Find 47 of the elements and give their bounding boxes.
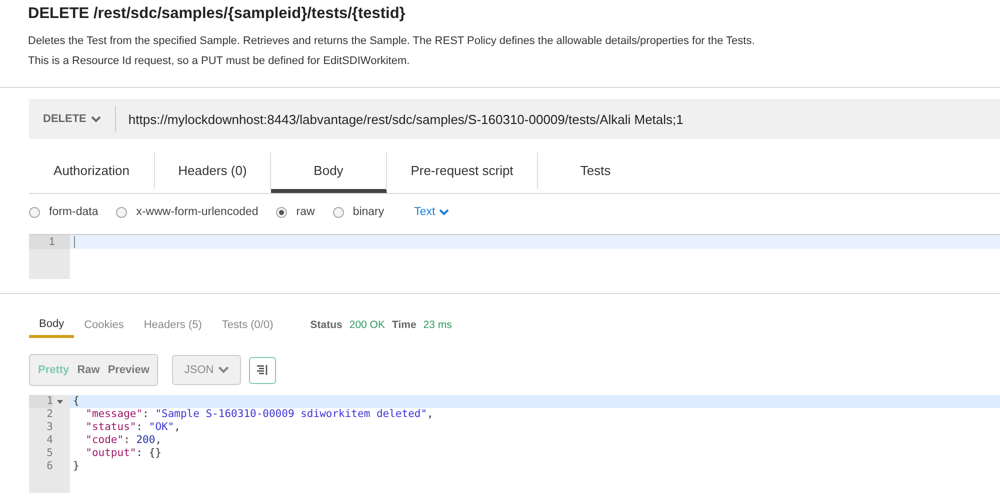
request-tab[interactable]: Authorization — [29, 152, 155, 189]
view-option[interactable]: Raw — [73, 364, 104, 376]
code-line: "code": 200, — [84, 434, 162, 447]
response-tab[interactable]: Tests (0/0) — [212, 312, 284, 338]
chevron-icon — [439, 208, 450, 216]
code-line: "message": "Sample S-160310-00009 sdiworkitem deleted", — [84, 408, 434, 421]
line-number: 3 — [46, 421, 53, 434]
radio-button[interactable] — [116, 206, 128, 218]
radio-button[interactable] — [276, 206, 288, 218]
line-number: 1 — [29, 235, 70, 249]
wrap-lines-icon — [256, 364, 268, 376]
radio-button[interactable] — [332, 206, 344, 218]
status-value: 200 OK — [349, 319, 385, 331]
wrap-button[interactable] — [248, 356, 276, 384]
line-number: 2 — [46, 408, 53, 421]
request-tab[interactable]: Body — [271, 152, 387, 193]
line-number: 6 — [46, 460, 53, 473]
radio-label[interactable]: binary — [352, 206, 384, 218]
chevron-icon — [218, 366, 229, 374]
code-line: "output": {} — [84, 447, 162, 460]
line-number: 4 — [46, 434, 53, 447]
radio-button[interactable] — [29, 206, 40, 218]
line-number: 5 — [46, 447, 53, 460]
time-label: Time — [392, 319, 416, 331]
response-tab[interactable]: Cookies — [74, 312, 134, 338]
url-field[interactable]: https://mylockdownhost:8443/labvantage/rest/sdc/samples/S-160310-00009/tests/Alkali Metals;1 — [116, 112, 684, 126]
code-line: } — [72, 460, 80, 473]
radio-label[interactable]: raw — [296, 206, 315, 218]
fold-icon[interactable] — [57, 400, 63, 404]
radio-label[interactable]: x-www-form-urlencoded — [136, 206, 258, 218]
status-label: Status — [310, 319, 342, 331]
request-tab[interactable]: Headers (0) — [155, 152, 271, 189]
content-type-dropdown[interactable]: Text — [414, 206, 450, 218]
line-number: 1 — [29, 395, 53, 408]
chevron-icon — [91, 116, 102, 122]
code-line: "status": "OK", — [84, 421, 180, 434]
response-tab[interactable]: Body — [29, 312, 74, 338]
time-value: 23 ms — [423, 319, 452, 331]
request-tab[interactable]: Tests — [538, 152, 653, 189]
view-option[interactable]: Preview — [104, 364, 154, 376]
endpoint-title: DELETE /rest/sdc/samples/{sampleid}/tests/{testid} — [28, 5, 406, 23]
request-tab[interactable]: Pre-request script — [387, 152, 538, 189]
radio-label[interactable]: form-data — [49, 206, 98, 218]
code-line: { — [72, 395, 80, 408]
endpoint-description: Deletes the Test from the specified Sample. Retrieves and returns the Sample. The REST Policy defines the allowable details/properties for the Tests. This is a Resource Id request, so a PUT must be defined for EditSDIWorkitem. — [28, 34, 756, 69]
response-tab[interactable]: Headers (5) — [134, 312, 212, 338]
method-dropdown[interactable]: DELETE — [29, 106, 116, 132]
